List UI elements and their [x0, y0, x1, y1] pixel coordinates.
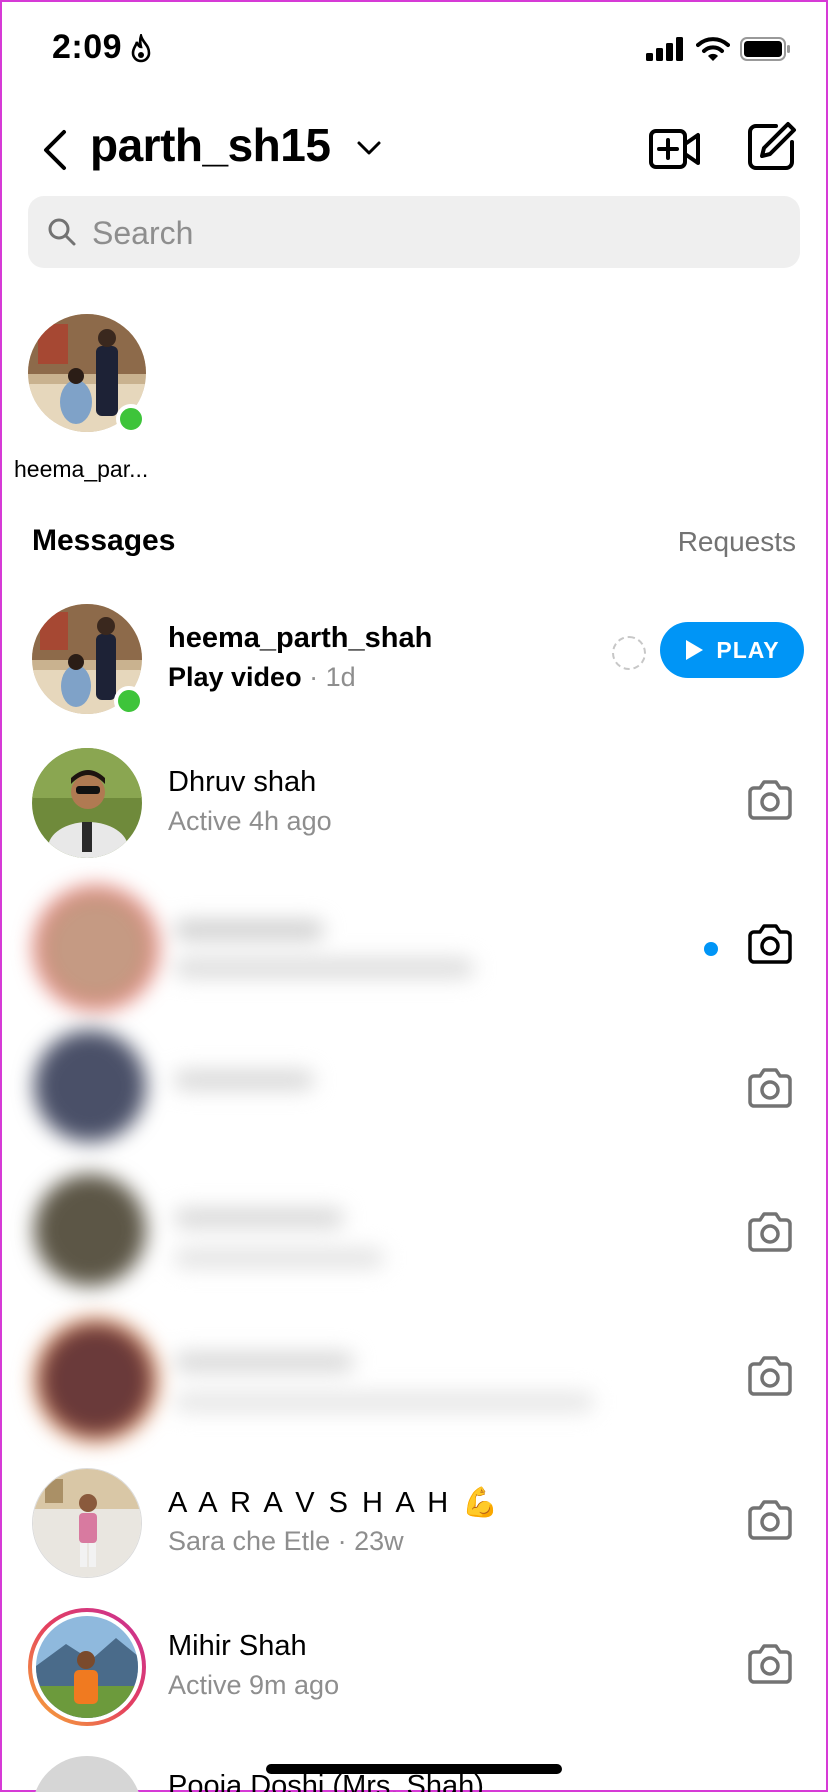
thread-row-blurred[interactable]: [0, 1310, 828, 1450]
requests-link[interactable]: Requests: [678, 526, 796, 558]
thread-name: heema_parth_shah: [168, 622, 433, 654]
play-icon: [686, 640, 704, 660]
thread-row[interactable]: Mihir Shah Active 9m ago: [0, 1598, 828, 1738]
account-switcher[interactable]: parth_sh15: [90, 118, 331, 172]
inbox-header: parth_sh15: [0, 110, 828, 190]
loading-spinner-icon: [612, 636, 646, 670]
thread-status: Active 4h ago: [168, 806, 332, 836]
wifi-icon: [696, 37, 730, 61]
unread-indicator: [704, 942, 718, 956]
play-label: PLAY: [716, 636, 780, 663]
status-bar: 2:09: [0, 0, 828, 100]
online-indicator: [116, 404, 146, 434]
battery-icon: [740, 37, 790, 61]
avatar: [36, 1616, 138, 1718]
search-icon: [48, 218, 76, 246]
thread-preview: Play video · 1d: [168, 662, 356, 693]
thread-preview-text: Play video: [168, 662, 302, 692]
hotspot-icon: [131, 34, 151, 63]
avatar: [32, 748, 142, 858]
search-placeholder: Search: [92, 215, 194, 251]
compose-message-icon[interactable]: [746, 120, 798, 172]
thread-row-blurred[interactable]: [0, 1166, 828, 1306]
thread-preview: Sara che Etle · 23w: [168, 1526, 404, 1556]
avatar: [32, 1468, 142, 1578]
back-arrow-icon[interactable]: [36, 126, 76, 174]
camera-icon[interactable]: [746, 922, 794, 966]
thread-name: Mihir Shah: [168, 1630, 307, 1662]
story-username: heema_par...: [14, 456, 149, 482]
thread-row[interactable]: A A R A V S H A H 💪 Sara che Etle · 23w: [0, 1454, 828, 1594]
avatar: [32, 1756, 142, 1792]
thread-row-blurred[interactable]: [0, 1022, 828, 1162]
thread-row-blurred[interactable]: [0, 878, 828, 1018]
camera-icon[interactable]: [746, 1642, 794, 1686]
thread-row[interactable]: heema_parth_shah Play video · 1d PLAY: [0, 590, 828, 730]
blurred-content: [34, 1174, 634, 1300]
camera-icon[interactable]: [746, 1210, 794, 1254]
camera-icon[interactable]: [746, 1066, 794, 1110]
blurred-content: [34, 1318, 634, 1444]
thread-name: Dhruv shah: [168, 766, 317, 798]
camera-icon[interactable]: [746, 1354, 794, 1398]
blurred-content: [34, 886, 634, 1012]
messages-heading: Messages: [32, 524, 176, 557]
camera-icon[interactable]: [746, 1498, 794, 1542]
home-indicator: [266, 1764, 562, 1774]
story-ring: [28, 1608, 146, 1726]
new-video-call-icon[interactable]: [648, 124, 702, 174]
camera-icon[interactable]: [746, 778, 794, 822]
play-video-button[interactable]: PLAY: [660, 622, 804, 678]
online-indicator: [114, 686, 144, 716]
thread-status: Active 9m ago: [168, 1670, 340, 1700]
signal-icon: [646, 37, 683, 61]
search-input[interactable]: Search: [28, 196, 800, 268]
status-time: 2:09: [52, 28, 123, 66]
chevron-down-icon[interactable]: [356, 138, 382, 158]
thread-name: A A R A V S H A H 💪: [168, 1487, 502, 1519]
thread-row[interactable]: Dhruv shah Active 4h ago: [0, 734, 828, 874]
thread-time: · 1d: [309, 662, 356, 692]
blurred-content: [34, 1030, 634, 1156]
